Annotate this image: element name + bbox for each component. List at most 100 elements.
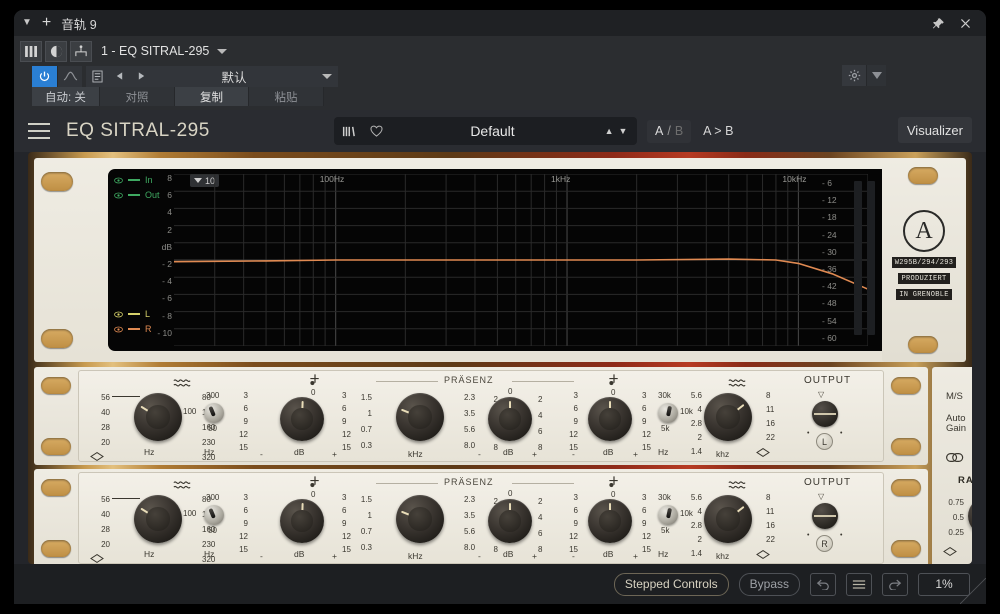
low-shelf-scale-left-l: 56 <box>101 393 110 402</box>
redo-icon[interactable] <box>882 572 908 596</box>
ab-compare-button[interactable]: A / B <box>647 119 692 143</box>
high-shelf-unit-r: khz <box>716 551 730 561</box>
resize-handle[interactable] <box>960 578 986 604</box>
plugin-power-button[interactable] <box>32 65 57 87</box>
diamond-icon <box>756 444 770 462</box>
curve-icon[interactable] <box>57 65 82 87</box>
high-shelf-scale-right-l: 8 <box>766 391 771 400</box>
presence-freq-scale-left-l: 0.7 <box>360 425 372 434</box>
low-gain-scale-left-l: 6 <box>243 404 248 413</box>
high-gain-knob-l[interactable] <box>588 397 632 441</box>
high-shelf-scale-left-l: 1.4 <box>690 447 702 456</box>
track-slot-selector[interactable]: 1 - EQ SITRAL-295 <box>101 44 228 58</box>
pin-icon[interactable] <box>932 17 945 30</box>
diamond-icon <box>756 546 770 564</box>
low-shelf-freq-knob-l[interactable] <box>134 393 182 441</box>
presence-gain-knob-r[interactable] <box>488 499 532 543</box>
phase-icon[interactable] <box>45 40 67 62</box>
routing-icon[interactable] <box>70 40 92 62</box>
compare-button[interactable]: 对照 <box>100 87 175 106</box>
presence-freq-unit-r: kHz <box>408 551 423 561</box>
screw-icon <box>41 172 73 191</box>
bypass-button[interactable]: Bypass <box>738 572 800 596</box>
gear-icon[interactable] <box>842 65 866 86</box>
paste-button[interactable]: 粘贴 <box>249 87 324 106</box>
low-gain-scale-left-l: 15 <box>239 443 248 452</box>
presence-freq-scale-right-l: 2.3 <box>464 393 476 402</box>
eye-icon <box>114 326 123 332</box>
low-gain-knob-l[interactable] <box>280 397 324 441</box>
stepped-controls-button[interactable]: Stepped Controls <box>613 572 729 596</box>
high-gain-scale-right-r: 9 <box>642 519 647 528</box>
low-gain-plus-l: + <box>332 449 337 459</box>
y-tick-left: 4 <box>167 207 172 218</box>
range-knob[interactable] <box>968 497 972 535</box>
link-icon[interactable] <box>946 449 964 467</box>
high-freq-switch-r[interactable] <box>658 505 678 525</box>
next-icon[interactable] <box>130 66 152 87</box>
plugin-preset-name[interactable]: Default <box>390 117 595 145</box>
high-shelf-freq-knob-l[interactable] <box>704 393 752 441</box>
low-gain-scale-right-l: 6 <box>342 404 347 413</box>
high-gain-knob-r[interactable] <box>588 499 632 543</box>
library-icon[interactable] <box>334 117 362 145</box>
high-gain-center-r: 0 <box>611 490 616 499</box>
low-gain-knob-r[interactable] <box>280 499 324 543</box>
settings-dropdown-icon[interactable] <box>866 65 886 86</box>
visualizer-button[interactable]: Visualizer <box>897 117 972 143</box>
heart-icon[interactable] <box>362 117 390 145</box>
channel-button-r[interactable]: R <box>816 535 833 552</box>
presence-gain-knob-l[interactable] <box>488 397 532 441</box>
output-label-r: OUTPUT <box>804 477 852 488</box>
presence-freq-scale-right-r: 8.0 <box>464 543 476 552</box>
output-knob-r[interactable] <box>812 503 838 529</box>
history-icon[interactable] <box>846 572 872 596</box>
daw-toolbar: 1 - EQ SITRAL-295 默认 自动: 关 对照 复制 粘贴 <box>14 36 986 110</box>
prev-icon[interactable] <box>108 66 130 87</box>
preset-up-icon[interactable]: ▲ <box>605 126 614 136</box>
caret-down-icon[interactable]: ▼ <box>22 18 32 28</box>
preset-dropdown-icon[interactable] <box>316 73 338 79</box>
ms-label: M/S <box>946 391 963 402</box>
channel-button-l[interactable]: L <box>816 433 833 450</box>
plate-model-tag: W295B/294/293 <box>891 257 957 268</box>
low-gain-center-r: 0 <box>311 490 316 499</box>
high-shelf-scale-left-l: 5.6 <box>690 391 702 400</box>
daw-preset-name[interactable]: 默认 <box>152 67 316 86</box>
presence-freq-knob-r[interactable] <box>396 495 444 543</box>
eye-icon <box>114 192 123 198</box>
close-icon[interactable] <box>959 17 972 30</box>
preset-stepper[interactable]: ▲ ▼ <box>595 117 637 145</box>
copy-button[interactable]: 复制 <box>175 87 249 106</box>
low-shelf-freq-knob-r[interactable] <box>134 495 182 543</box>
plus-icon[interactable]: + <box>42 15 51 31</box>
low-gain-scale-right-l: 9 <box>342 417 347 426</box>
y-tick-right: - 6 <box>822 178 832 188</box>
low-shelf-scale-left-r: 56 <box>101 495 110 504</box>
output-knob-l[interactable] <box>812 401 838 427</box>
low-freq-switch-r[interactable] <box>204 505 224 525</box>
low-shelf-scale-left-r: 28 <box>101 525 110 534</box>
high-gain-scale-left-l: 6 <box>573 404 578 413</box>
undo-icon[interactable] <box>810 572 836 596</box>
eye-icon <box>114 177 123 183</box>
brand-plate: A W295B/294/293 PRODUZIERT IN GRENOBLE <box>882 158 966 362</box>
high-freq-switch-l[interactable] <box>658 403 678 423</box>
automation-mode-button[interactable]: 自动: 关 <box>32 87 100 106</box>
hamburger-icon[interactable] <box>28 123 50 139</box>
low-freq-switch-l[interactable] <box>204 403 224 423</box>
mixer-icon[interactable] <box>20 40 42 62</box>
low-gain-scale-right-r: 6 <box>342 506 347 515</box>
list-icon[interactable] <box>86 66 108 87</box>
y-tick-right: - 48 <box>822 298 837 309</box>
low-shelf-scale-right-r: 230 <box>202 540 216 549</box>
presence-freq-scale-right-l: 5.6 <box>464 425 476 434</box>
presence-freq-knob-l[interactable] <box>396 393 444 441</box>
frequency-analyzer-display[interactable]: In Out L R 10 8 6 4 2 dB - 2 - 4 - 6 - 8… <box>108 169 892 351</box>
low-gain-minus-r: - <box>260 551 263 561</box>
preset-down-icon[interactable]: ▼ <box>619 126 628 136</box>
ab-copy-button[interactable]: A > B <box>703 124 733 138</box>
chevron-down-icon[interactable] <box>217 48 228 54</box>
high-gain-scale-right-l: 15 <box>642 443 651 452</box>
high-shelf-freq-knob-r[interactable] <box>704 495 752 543</box>
